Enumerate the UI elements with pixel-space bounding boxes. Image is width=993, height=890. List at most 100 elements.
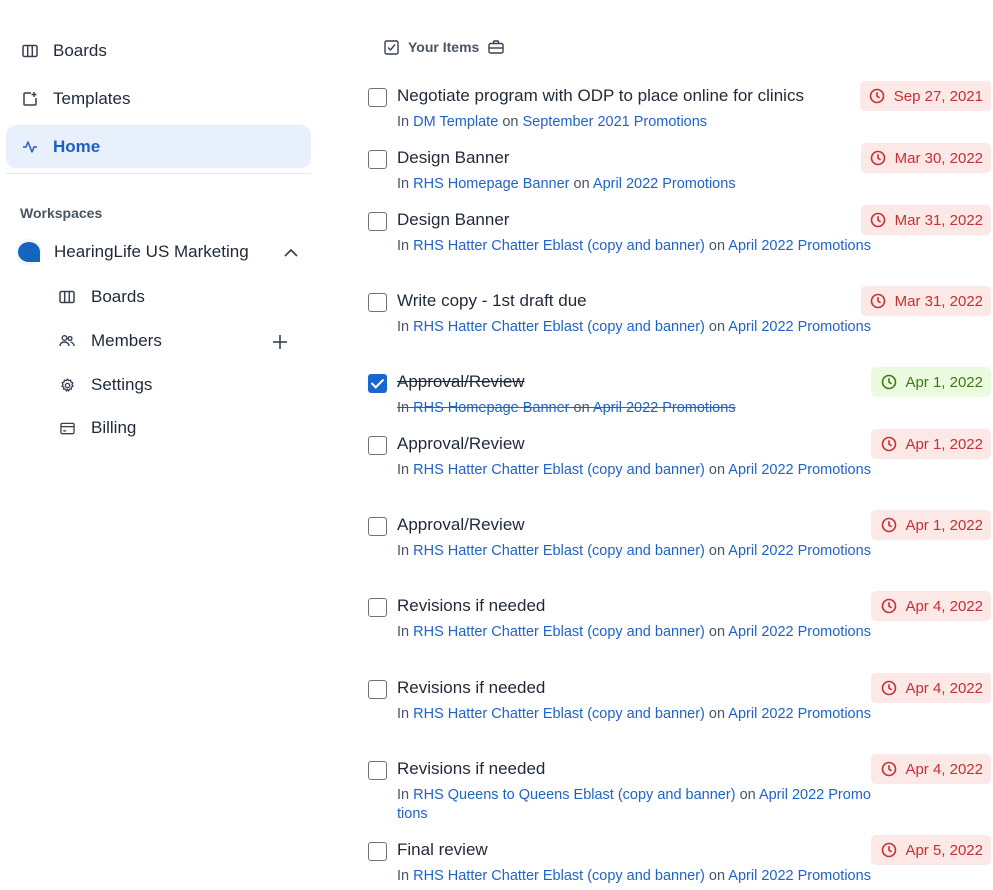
item-checkbox[interactable] [368,842,387,861]
on-text: on [708,543,726,559]
card-link[interactable]: RHS Hatter Chatter Eblast (copy and bann… [413,543,705,559]
nav-home[interactable]: Home [6,125,311,168]
card-link[interactable]: RHS Homepage Banner [413,176,569,192]
list-link[interactable]: April 2022 Promotions [728,624,871,640]
item-checkbox[interactable] [368,598,387,617]
clock-icon [870,293,887,310]
item-title[interactable]: Final review [397,840,488,860]
clock-icon [880,761,897,778]
plus-icon [273,335,287,349]
list-link[interactable]: April 2022 Promotions [593,400,736,416]
due-date-badge[interactable]: Mar 30, 2022 [860,143,991,173]
card-link[interactable]: RHS Queens to Queens Eblast (copy and ba… [413,787,735,803]
item-title[interactable]: Revisions if needed [397,759,545,779]
item-location: In RHS Hatter Chatter Eblast (copy and b… [397,461,873,480]
due-date-text: Mar 31, 2022 [894,292,983,310]
card-link[interactable]: RHS Homepage Banner [413,400,569,416]
due-date-badge[interactable]: Apr 1, 2022 [871,510,991,540]
card-link[interactable]: RHS Hatter Chatter Eblast (copy and bann… [413,624,705,640]
workspace-settings[interactable]: Settings [58,368,311,402]
item-checkbox[interactable] [368,680,387,699]
list-link[interactable]: April 2022 Promotions [728,706,871,722]
workspace-billing[interactable]: Billing [58,411,311,445]
due-date-badge[interactable]: Apr 4, 2022 [871,591,991,621]
nav-templates[interactable]: Templates [6,77,311,120]
item-checkbox[interactable] [368,517,387,536]
item-title[interactable]: Design Banner [397,210,509,230]
list-link[interactable]: April 2022 Promotions [728,462,871,478]
due-date-text: Apr 4, 2022 [905,760,983,778]
item-location: In RHS Hatter Chatter Eblast (copy and b… [397,623,873,642]
item-checkbox[interactable] [368,293,387,312]
item-checkbox[interactable] [368,374,387,393]
due-date-badge[interactable]: Sep 27, 2021 [859,81,991,111]
board-icon [20,41,40,61]
members-icon [58,332,76,350]
nav-boards-label: Boards [53,40,107,60]
chevron-up-icon[interactable] [279,240,303,264]
due-date-text: Apr 4, 2022 [905,679,983,697]
add-member-button[interactable] [269,331,291,353]
item-title[interactable]: Revisions if needed [397,678,545,698]
clock-icon [880,374,897,391]
card-link[interactable]: DM Template [413,114,498,130]
item-checkbox[interactable] [368,436,387,455]
main-content: Your Items Negotiate program with ODP to… [360,0,993,890]
due-date-badge[interactable]: Mar 31, 2022 [860,205,991,235]
list-link[interactable]: April 2022 Promotions [593,176,736,192]
list-link[interactable]: September 2021 Promotions [522,114,707,130]
item-title[interactable]: Approval/Review [397,515,525,535]
item-checkbox[interactable] [368,88,387,107]
item-location: In DM Template on September 2021 Promoti… [397,113,873,132]
due-date-badge[interactable]: Apr 5, 2022 [871,835,991,865]
nav-templates-label: Templates [53,88,131,108]
clock-icon [880,842,897,859]
on-text: on [502,114,519,130]
list-link[interactable]: April 2022 Promotions [728,238,871,254]
card-link[interactable]: RHS Hatter Chatter Eblast (copy and bann… [413,319,705,335]
item-title[interactable]: Write copy - 1st draft due [397,291,587,311]
template-icon [20,89,40,109]
clock-icon [880,680,897,697]
in-text: In [397,238,410,254]
item-location: In RHS Hatter Chatter Eblast (copy and b… [397,318,873,337]
on-text: on [708,319,726,335]
item-title[interactable]: Approval/Review [397,434,525,454]
item-title[interactable]: Negotiate program with ODP to place onli… [397,86,804,106]
due-date-text: Apr 1, 2022 [905,435,983,453]
on-text: on [708,238,726,254]
due-date-badge[interactable]: Mar 31, 2022 [860,286,991,316]
due-date-badge[interactable]: Apr 4, 2022 [871,673,991,703]
your-items-heading: Your Items [382,38,505,56]
due-date-badge[interactable]: Apr 4, 2022 [871,754,991,784]
item-location: In RHS Hatter Chatter Eblast (copy and b… [397,542,873,561]
card-link[interactable]: RHS Hatter Chatter Eblast (copy and bann… [413,462,705,478]
in-text: In [397,319,410,335]
item-title[interactable]: Approval/Review [397,372,525,392]
item-location: In RHS Hatter Chatter Eblast (copy and b… [397,705,873,724]
list-link[interactable]: April 2022 Promotions [728,319,871,335]
item-checkbox[interactable] [368,761,387,780]
card-link[interactable]: RHS Hatter Chatter Eblast (copy and bann… [413,706,705,722]
card-link[interactable]: RHS Hatter Chatter Eblast (copy and bann… [413,868,705,884]
workspace-toggle[interactable]: HearingLife US Marketing [16,237,311,267]
card-link[interactable]: RHS Hatter Chatter Eblast (copy and bann… [413,238,705,254]
due-date-badge[interactable]: Apr 1, 2022 [871,367,991,397]
workspace-billing-label: Billing [91,418,137,437]
clock-icon [870,150,887,167]
nav-boards[interactable]: Boards [6,29,311,72]
item-title[interactable]: Design Banner [397,148,509,168]
on-text: on [573,400,590,416]
gear-icon [58,376,76,394]
item-location: In RHS Hatter Chatter Eblast (copy and b… [397,867,873,886]
nav-home-label: Home [53,136,101,156]
workspace-boards[interactable]: Boards [58,280,311,314]
item-checkbox[interactable] [368,150,387,169]
briefcase-icon [487,38,505,56]
list-link[interactable]: April 2022 Promotions [728,543,871,559]
due-date-badge[interactable]: Apr 1, 2022 [871,429,991,459]
item-title[interactable]: Revisions if needed [397,596,545,616]
on-text: on [708,868,726,884]
item-checkbox[interactable] [368,212,387,231]
list-link[interactable]: April 2022 Promotions [728,868,871,884]
